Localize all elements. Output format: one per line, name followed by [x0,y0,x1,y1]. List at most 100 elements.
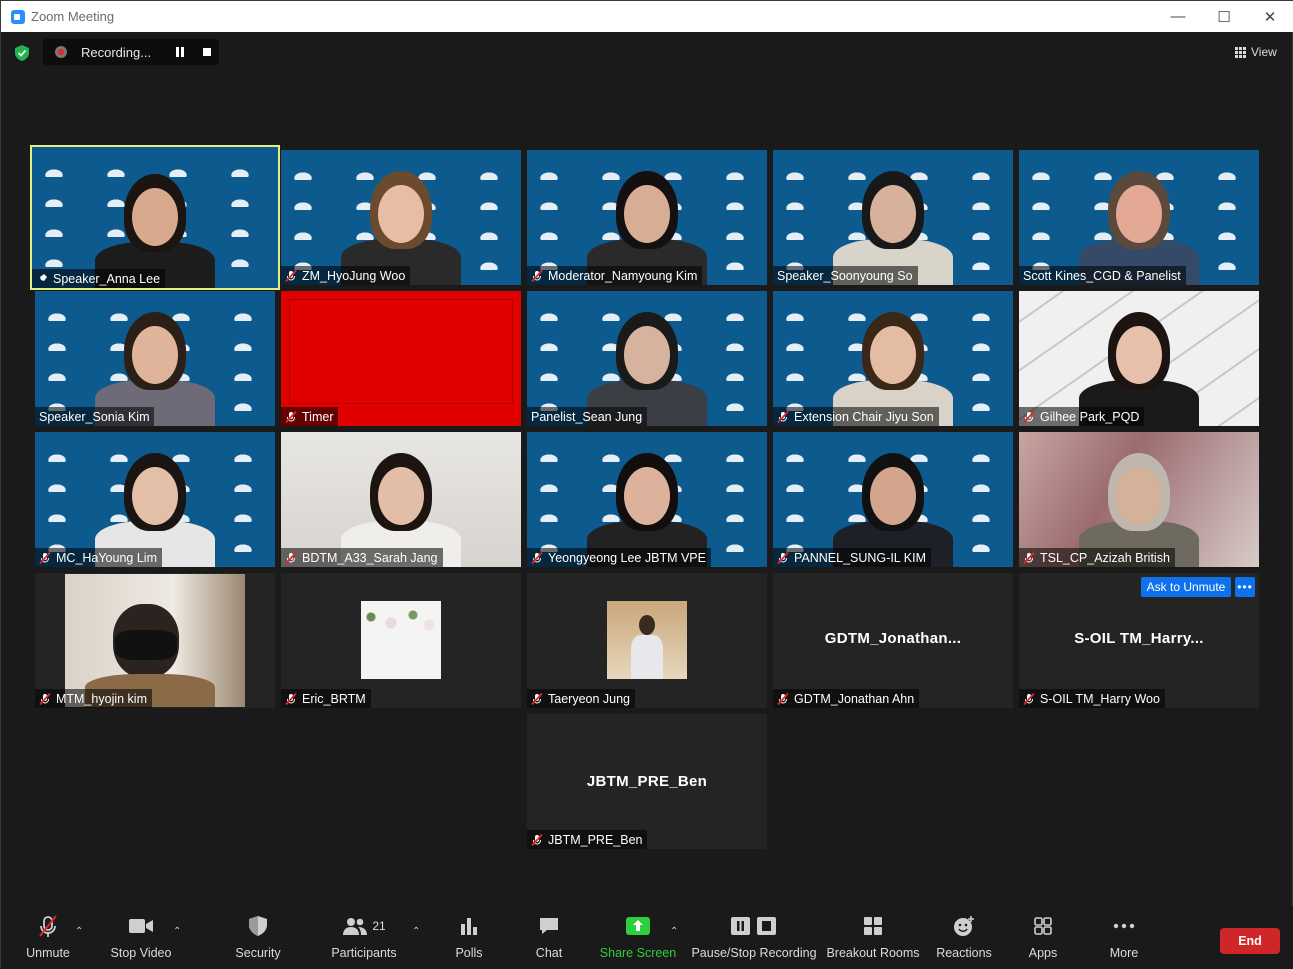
participant-tile[interactable]: GDTM_Jonathan... GDTM_Jonathan Ahn [773,573,1013,708]
participant-name-label: Taeryeon Jung [527,689,636,708]
breakout-rooms-button[interactable]: Breakout Rooms [826,906,920,969]
participant-display-name: JBTM_PRE_Ben [586,773,708,790]
participant-name: MTM_hyojin kim [56,691,147,706]
share-options-chevron-icon[interactable]: ⌃ [670,926,678,937]
window-title: Zoom Meeting [31,9,115,24]
breakout-rooms-grid-icon [863,906,883,946]
participant-name: Moderator_Namyoung Kim [548,268,698,283]
ask-to-unmute-button[interactable]: Ask to Unmute [1141,577,1231,597]
share-screen-button[interactable]: Share Screen [599,906,677,969]
participant-tile[interactable]: Taeryeon Jung [527,573,767,708]
unmute-label: Unmute [26,946,70,960]
grid-view-icon [1235,46,1246,58]
apps-button[interactable]: Apps [1021,906,1065,969]
maximize-icon[interactable]: ☐ [1201,1,1247,32]
minimize-icon[interactable]: — [1155,1,1201,32]
microphone-muted-icon [39,692,51,705]
participants-options-chevron-icon[interactable]: ⌃ [412,926,420,937]
microphone-muted-icon [531,692,543,705]
participant-name: Extension Chair Jiyu Son [794,409,934,424]
apps-label: Apps [1028,946,1058,960]
participant-name-label: Speaker_Anna Lee [32,269,166,288]
participant-name-label: Extension Chair Jiyu Son [773,407,939,426]
participant-tile[interactable]: Scott Kines_CGD & Panelist [1019,150,1259,285]
video-thumbnail [361,601,441,679]
participant-tile[interactable]: PANNEL_SUNG-IL KIM [773,432,1013,567]
participant-name: Timer [302,409,334,424]
participant-tile[interactable]: MC_HaYoung Lim [35,432,275,567]
stop-video-button[interactable]: Stop Video [107,906,175,969]
participant-tile[interactable]: Gilhee Park_PQD [1019,291,1259,426]
participants-button[interactable]: 21 Participants [327,906,401,969]
microphone-muted-icon [777,551,789,564]
participant-name: Speaker_Soonyoung So [777,268,913,283]
participants-count: 21 [372,919,386,933]
tile-more-options-button[interactable]: ••• [1235,577,1255,597]
stop-video-label: Stop Video [110,946,172,960]
end-meeting-button[interactable]: End [1220,928,1280,954]
participant-name: Speaker_Sonia Kim [39,409,150,424]
more-dots-icon [1113,906,1135,946]
participant-name: ZM_HyoJung Woo [302,268,406,283]
pause-stop-recording-label: Pause/Stop Recording [691,946,817,960]
participant-tile[interactable]: Moderator_Namyoung Kim [527,150,767,285]
participant-tile[interactable]: Panelist_Sean Jung [527,291,767,426]
participant-tile[interactable]: Yeongyeong Lee JBTM VPE [527,432,767,567]
chat-button[interactable]: Chat [527,906,571,969]
view-button[interactable]: View [1235,43,1277,61]
participant-name-label: PANNEL_SUNG-IL KIM [773,548,931,567]
reactions-button[interactable]: Reactions [933,906,995,969]
participant-tile[interactable]: Timer [281,291,521,426]
participant-tile[interactable]: Speaker_Anna Lee [30,145,280,290]
apps-icon [1033,906,1053,946]
audio-options-chevron-icon[interactable]: ⌃ [75,926,83,937]
pause-stop-icon [730,906,778,946]
microphone-muted-icon [285,551,297,564]
encryption-shield-icon[interactable] [15,45,29,61]
participant-name-label: Yeongyeong Lee JBTM VPE [527,548,711,567]
microphone-muted-icon [531,833,543,846]
participants-icon [343,918,368,935]
title-bar: Zoom Meeting — ☐ ✕ [1,1,1293,32]
reactions-smiley-icon [953,906,975,946]
participant-tile[interactable]: Eric_BRTM [281,573,521,708]
participant-name-label: Moderator_Namyoung Kim [527,266,703,285]
video-background [281,291,521,426]
spotlight-pin-icon [36,273,48,285]
polls-button[interactable]: Polls [447,906,491,969]
security-button[interactable]: Security [229,906,287,969]
microphone-muted-icon [285,410,297,423]
participant-tile[interactable]: JBTM_PRE_Ben JBTM_PRE_Ben [527,714,767,849]
participant-tile[interactable]: BDTM_A33_Sarah Jang [281,432,521,567]
pause-stop-recording-button[interactable]: Pause/Stop Recording [691,906,817,969]
more-button[interactable]: More [1101,906,1147,969]
pause-recording-icon[interactable] [175,47,185,57]
polls-label: Polls [455,946,483,960]
close-icon[interactable]: ✕ [1247,1,1293,32]
participant-tile[interactable]: Speaker_Sonia Kim [35,291,275,426]
zoom-app-icon [11,9,25,24]
participant-tile[interactable]: ZM_HyoJung Woo [281,150,521,285]
participant-tile[interactable]: MTM_hyojin kim [35,573,275,708]
security-shield-icon [248,906,268,946]
participant-tile[interactable]: Speaker_Soonyoung So [773,150,1013,285]
zoom-window: Zoom Meeting — ☐ ✕ Recording... View Spe… [0,0,1293,969]
recording-status: Recording... [81,44,152,60]
participant-name: Taeryeon Jung [548,691,631,706]
reactions-label: Reactions [936,946,992,960]
security-label: Security [235,946,281,960]
participant-name: Gilhee Park_PQD [1040,409,1140,424]
share-screen-label: Share Screen [599,946,677,960]
polls-bar-chart-icon [459,906,479,946]
participant-name-label: Panelist_Sean Jung [527,407,648,426]
participant-name-label: TSL_CP_Azizah British [1019,548,1175,567]
participant-tile[interactable]: TSL_CP_Azizah British [1019,432,1259,567]
participant-name: Panelist_Sean Jung [531,409,643,424]
participants-label: Participants [331,946,397,960]
video-options-chevron-icon[interactable]: ⌃ [173,926,181,937]
stop-recording-icon[interactable] [203,48,211,56]
breakout-rooms-label: Breakout Rooms [826,946,920,960]
participant-name-label: Speaker_Sonia Kim [35,407,155,426]
unmute-button[interactable]: Unmute [15,906,81,969]
participant-tile[interactable]: Extension Chair Jiyu Son [773,291,1013,426]
